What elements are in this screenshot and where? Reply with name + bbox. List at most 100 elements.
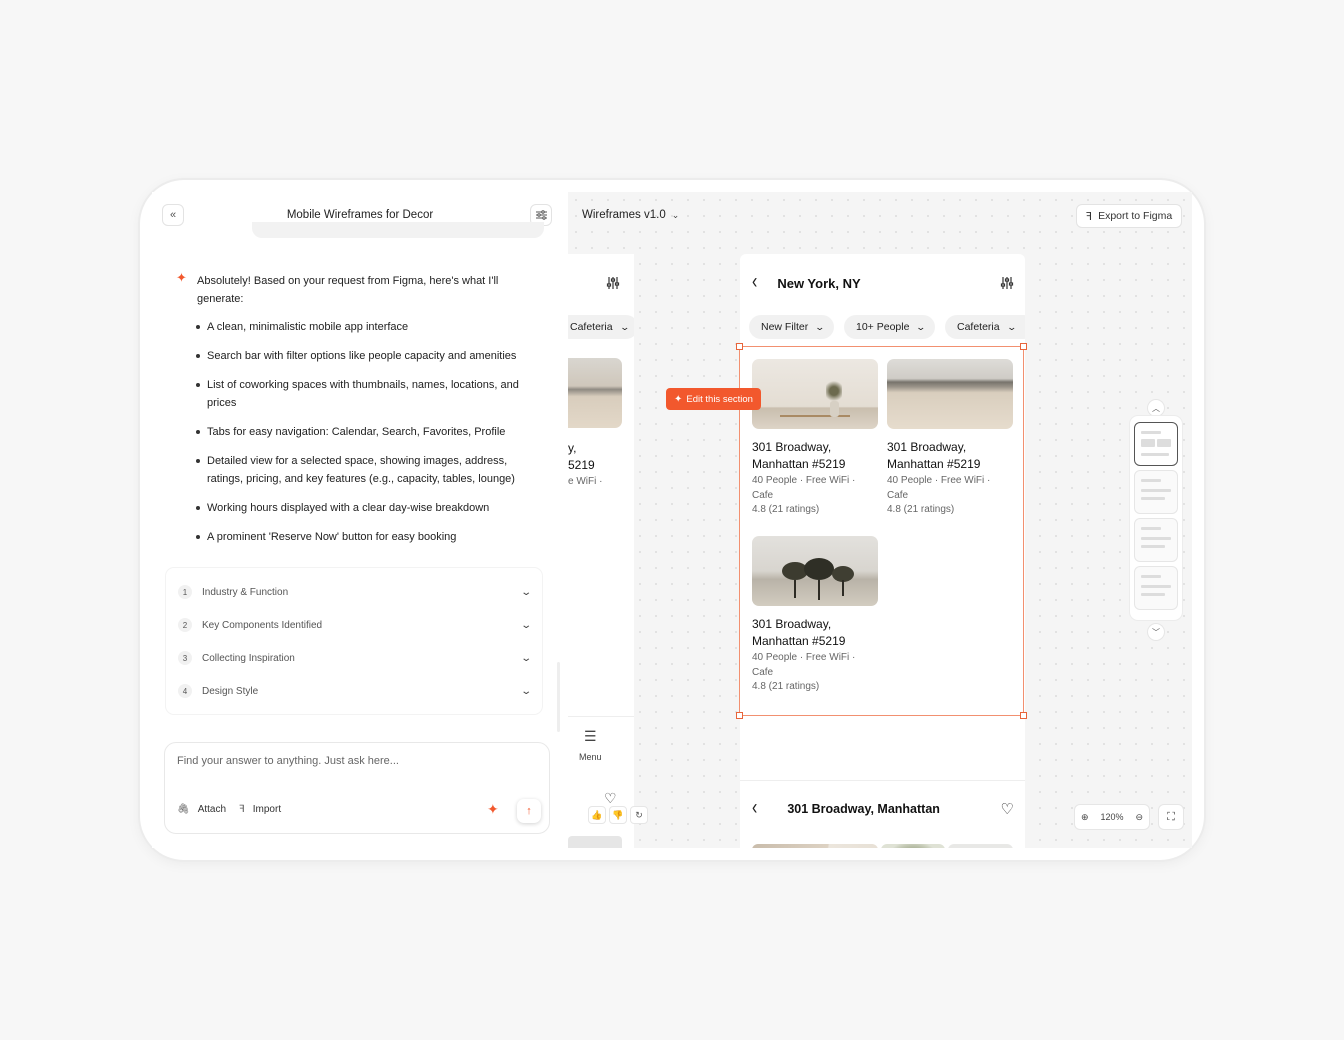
chip-label: Cafeteria [570,321,613,333]
sparkle-icon: ✦ [674,393,683,405]
enhance-prompt-icon[interactable]: ✦ [487,801,499,818]
app-window: « Mobile Wireframes for Decor ✦ Absolute… [152,192,1192,848]
menu-label: Menu [579,752,602,762]
chevron-down-icon: ⌄ [1006,321,1017,332]
filter-icon [606,277,620,289]
export-to-figma-button[interactable]: ꟻ Export to Figma [1076,204,1182,228]
resize-handle[interactable] [1020,343,1027,350]
phone-header: ‹ New York, NY [752,271,1014,294]
version-label: Wireframes v1.0 [582,209,666,221]
chat-panel: « Mobile Wireframes for Decor ✦ Absolute… [152,192,568,848]
list-item: Search bar with filter options like peop… [196,347,536,365]
attach-button[interactable]: 🖇 Attach [177,804,226,815]
chip-label: 10+ People [856,321,910,333]
prompt-input[interactable]: Find your answer to anything. Just ask h… [164,742,550,834]
import-button[interactable]: ꟻ Import [239,804,281,815]
step-design-style[interactable]: 4 Design Style ⌄ [178,681,532,701]
chevron-down-icon: ⌄ [814,321,826,332]
screen-thumbnails [1130,416,1182,620]
selected-section[interactable] [736,343,1027,719]
scroll-up-button[interactable]: ︿ [1148,400,1164,416]
paperclip-icon: 🖇 [177,804,190,815]
list-item: List of coworking spaces with thumbnails… [196,376,536,412]
heart-icon[interactable]: ♡ [1001,800,1014,818]
thumbs-down-icon[interactable]: 👎 [609,806,627,824]
filter-chip-cafeteria[interactable]: Cafeteria ⌄ [945,315,1025,339]
chip-label: New Filter [761,321,809,333]
filter-chip[interactable]: Cafeteria ⌄ [568,315,634,339]
chevron-down-icon: ⌄ [671,210,680,220]
heart-icon[interactable]: ♡ [604,790,617,807]
screen-thumbnail[interactable] [1134,470,1178,514]
chevron-down-icon: ⌄ [519,652,532,664]
list-item: A prominent 'Reserve Now' button for eas… [196,528,536,546]
screen-thumbnail[interactable] [1134,566,1178,610]
back-arrow-icon[interactable]: ‹ [752,271,757,294]
send-button[interactable]: ↑ [517,799,541,823]
design-canvas[interactable]: Wireframes v1.0 ⌄ ꟻ Export to Figma Cafete… [568,192,1192,848]
zoom-out-icon[interactable]: ⊖ [1135,812,1143,823]
sliders-icon [535,210,547,220]
previous-message-bubble [252,222,544,238]
zoom-controls: ⊕ 120% ⊖ [1074,804,1150,830]
detail-header: ‹ 301 Broadway, Manhattan ♡ [752,797,1014,820]
step-collecting-inspiration[interactable]: 3 Collecting Inspiration ⌄ [178,648,532,668]
zoom-level: 120% [1100,812,1124,822]
step-number: 4 [178,684,192,698]
step-label: Industry & Function [202,586,289,598]
ai-response-list: A clean, minimalistic mobile app interfa… [196,318,536,557]
resize-handle[interactable] [1020,712,1027,719]
step-label: Design Style [202,685,259,697]
list-item: Detailed view for a selected space, show… [196,452,536,488]
filter-icon[interactable] [1000,276,1014,290]
chevron-down-icon: ⌄ [519,685,532,697]
step-key-components[interactable]: 2 Key Components Identified ⌄ [178,615,532,635]
location-title: New York, NY [777,275,861,291]
figma-icon: ꟻ [1085,210,1093,223]
chevron-down-icon: ⌄ [519,619,532,631]
filter-chip-people[interactable]: 10+ People ⌄ [844,315,935,339]
version-selector[interactable]: Wireframes v1.0 ⌄ [582,209,679,221]
step-number: 2 [178,618,192,632]
arrow-up-icon: ↑ [526,805,532,817]
edit-section-button[interactable]: ✦ Edit this section [666,388,761,410]
list-item: Working hours displayed with a clear day… [196,499,536,517]
step-label: Collecting Inspiration [202,652,295,664]
menu-icon[interactable]: ☰ [584,728,597,745]
partial-screen-wireframe[interactable]: Cafeteria ⌄ y, 5219 e WiFi · ☰ Menu ♡ [568,254,634,848]
export-label: Export to Figma [1098,210,1173,222]
step-number: 3 [178,651,192,665]
expand-icon: ⛶ [1167,810,1175,823]
scroll-down-button[interactable]: ﹀ [1148,624,1164,640]
resize-handle[interactable] [736,343,743,350]
thumbs-up-icon[interactable]: 👍 [588,806,606,824]
chevron-down-icon: ﹀ [1152,627,1160,637]
chevron-down-icon: ⌄ [619,321,630,332]
chevron-up-icon: ︿ [1152,403,1160,413]
step-label: Key Components Identified [202,619,323,631]
gallery-image [948,844,1013,848]
chip-label: Cafeteria [957,321,1000,333]
ai-sparkle-icon: ✦ [176,270,187,285]
screen-thumbnail[interactable] [1134,422,1178,466]
screen-thumbnail[interactable] [1134,518,1178,562]
process-steps: 1 Industry & Function ⌄ 2 Key Components… [166,568,542,714]
chat-scrollbar[interactable] [557,662,560,732]
chevron-down-icon: ⌄ [915,321,927,332]
list-item: Tabs for easy navigation: Calendar, Sear… [196,423,536,441]
import-label: Import [252,804,282,815]
regenerate-icon[interactable]: ↻ [630,806,648,824]
resize-handle[interactable] [736,712,743,719]
listing-thumbnail [568,358,622,428]
detail-title: 301 Broadway, Manhattan [787,802,940,816]
list-item: A clean, minimalistic mobile app interfa… [196,318,536,336]
gallery-image [752,844,878,848]
zoom-in-icon[interactable]: ⊕ [1081,812,1089,823]
step-industry-function[interactable]: 1 Industry & Function ⌄ [178,582,532,602]
detail-gallery [752,844,1013,848]
filter-chip-new[interactable]: New Filter ⌄ [749,315,834,339]
gallery-image [881,844,945,848]
back-arrow-icon[interactable]: ‹ [752,797,757,820]
fullscreen-button[interactable]: ⛶ [1158,804,1184,830]
listing-features-fragment: e WiFi · [568,476,603,487]
